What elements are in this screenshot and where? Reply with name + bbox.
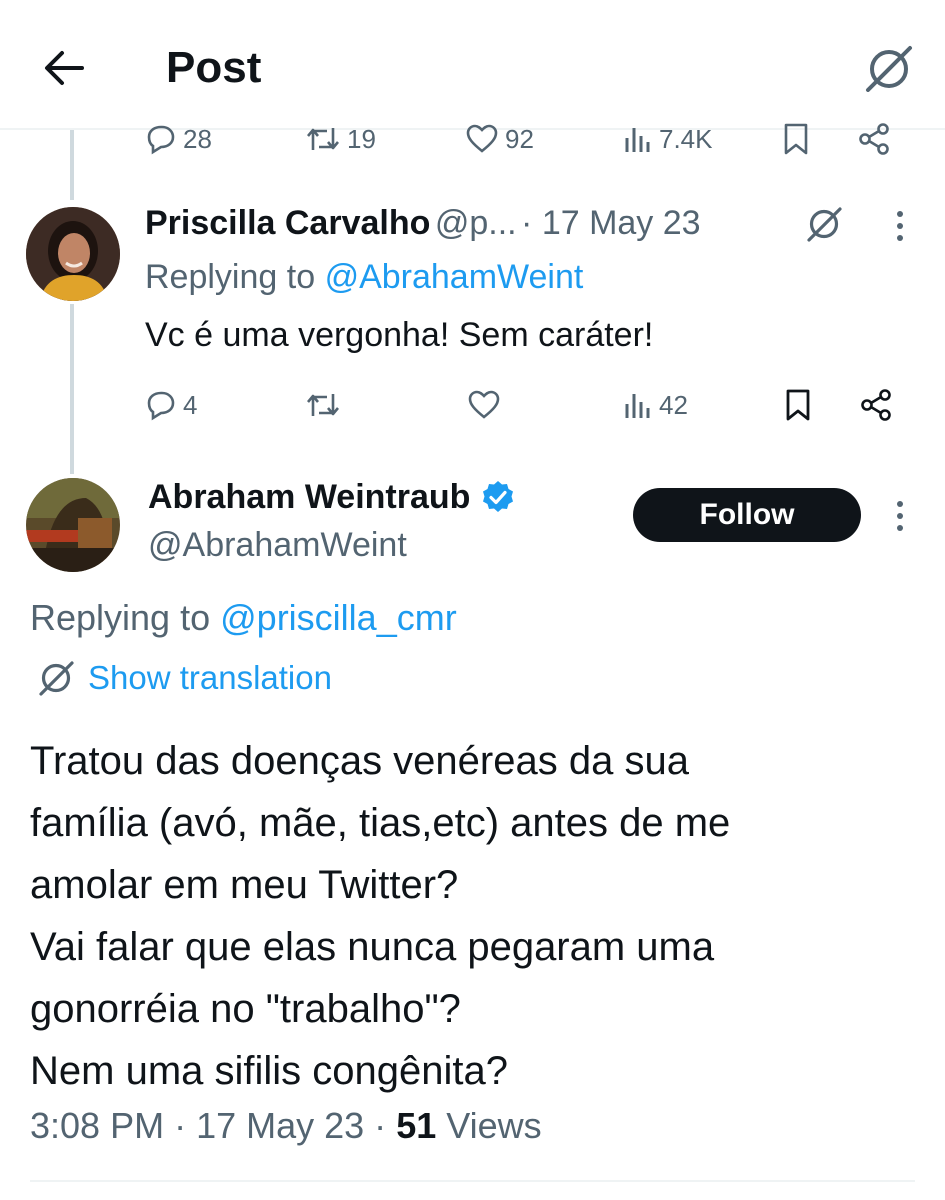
more-vertical-icon (897, 501, 903, 531)
bookmark-action[interactable] (783, 380, 813, 430)
show-translation-link[interactable]: Show translation (36, 658, 332, 698)
bookmark-action[interactable] (781, 114, 811, 164)
views-count: 42 (659, 389, 688, 420)
like-action[interactable] (467, 380, 501, 430)
retweet-action[interactable]: 19 (305, 114, 376, 164)
thread-line (70, 130, 74, 200)
reply-action[interactable]: 4 (145, 380, 197, 430)
heart-icon (468, 390, 500, 419)
reply-icon (147, 125, 175, 155)
translate-icon (807, 207, 842, 242)
share-icon (859, 123, 889, 155)
retweet-action[interactable] (305, 380, 341, 430)
reply-icon (147, 391, 175, 421)
author-handle[interactable]: @p... (435, 204, 517, 242)
top-bar: Post (0, 0, 945, 130)
views-action[interactable]: 42 (623, 380, 688, 430)
reply1-header: Priscilla Carvalho @p... · 17 May 23 (145, 200, 701, 253)
views-icon (625, 394, 650, 418)
translate-button[interactable] (804, 204, 844, 244)
post-date[interactable]: · 17 May 23 (521, 204, 701, 242)
replying-to-handle[interactable]: @AbrahamWeint (325, 258, 584, 296)
author-handle[interactable]: @AbrahamWeint (148, 522, 407, 568)
share-icon (861, 389, 891, 421)
follow-button[interactable]: Follow (633, 488, 861, 542)
replying-to-label: Replying to (30, 597, 211, 638)
divider (30, 1180, 915, 1182)
page-title: Post (166, 43, 262, 92)
author-name[interactable]: Abraham Weintraub (148, 474, 470, 520)
like-count: 92 (505, 123, 534, 154)
translate-button[interactable] (862, 44, 916, 92)
prev-tweet-actions: 28 19 92 7.4K (145, 114, 905, 164)
main-author: Abraham Weintraub (148, 474, 516, 520)
avatar[interactable] (26, 207, 120, 301)
show-translation-label[interactable]: Show translation (88, 659, 332, 697)
tweet-text-line: Tratou das doenças venéreas da sua (30, 739, 689, 783)
replying-to-handle[interactable]: @priscilla_cmr (220, 597, 457, 638)
like-action[interactable]: 92 (465, 114, 534, 164)
retweet-icon (307, 394, 339, 416)
thread-line (70, 304, 74, 474)
heart-icon (466, 124, 498, 153)
tweet-body: Tratou das doenças venéreas da sua famíl… (30, 730, 910, 1102)
views-count: 7.4K (659, 123, 713, 154)
tweet-text-line: Nem uma sifilis congênita? (30, 1049, 508, 1093)
views-icon (625, 128, 650, 152)
avatar[interactable] (26, 478, 120, 572)
reply-action[interactable]: 28 (145, 114, 212, 164)
views-label: Views (446, 1105, 542, 1146)
more-button[interactable] (886, 496, 914, 536)
reply-count: 28 (183, 123, 212, 154)
translate-icon (39, 661, 74, 696)
bookmark-icon (786, 389, 810, 421)
translate-icon (866, 46, 912, 92)
replying-to: Replying to @priscilla_cmr (30, 594, 457, 642)
more-vertical-icon (897, 211, 903, 241)
author-name[interactable]: Priscilla Carvalho (145, 204, 430, 242)
tweet-text-line: família (avó, mãe, tias,etc) antes de me (30, 801, 731, 845)
bookmark-icon (784, 123, 808, 155)
views-action[interactable]: 7.4K (623, 114, 713, 164)
tweet-text-line: Vai falar que elas nunca pegaram uma (30, 925, 715, 969)
views-count: 51 (396, 1105, 437, 1146)
reply1-actions: 4 42 (145, 380, 905, 430)
post-time[interactable]: 3:08 PM (30, 1105, 164, 1146)
reply-text: Vc é uma vergonha! Sem caráter! (145, 316, 654, 354)
tweet-meta: 3:08 PM · 17 May 23 · 51 Views (30, 1105, 542, 1147)
post-date[interactable]: · 17 May 23 · (174, 1105, 386, 1146)
reply-count: 4 (183, 389, 198, 420)
avatar-photo (26, 207, 120, 301)
tweet-text-line: gonorréia no "trabalho"? (30, 987, 461, 1031)
back-button[interactable] (40, 44, 88, 92)
share-action[interactable] (857, 114, 891, 164)
arrow-left-icon (45, 51, 84, 85)
avatar-photo (26, 478, 120, 572)
more-button[interactable] (886, 206, 914, 246)
share-action[interactable] (859, 380, 893, 430)
retweet-count: 19 (347, 123, 376, 154)
retweet-icon (307, 128, 339, 150)
tweet-text-line: amolar em meu Twitter? (30, 863, 459, 907)
verified-badge-icon (483, 481, 514, 512)
replying-to: Replying to @AbrahamWeint (145, 254, 583, 300)
replying-to-label: Replying to (145, 258, 316, 296)
